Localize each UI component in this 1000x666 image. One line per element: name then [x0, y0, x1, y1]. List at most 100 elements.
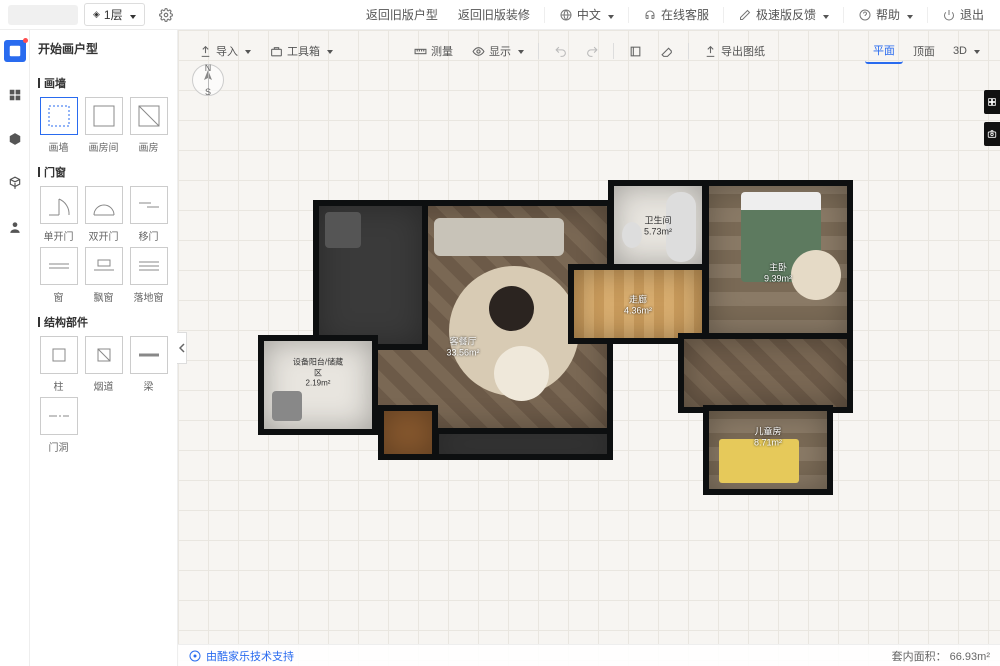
export-drawing-button[interactable]: 导出图纸: [695, 39, 773, 63]
chevron-down-icon: [904, 8, 913, 22]
floor-selector[interactable]: ◈ 1层: [84, 3, 145, 26]
room-label: 客餐厅33.56m²: [446, 335, 479, 358]
undo-icon: [553, 44, 567, 58]
tool-column[interactable]: 柱: [38, 336, 79, 393]
furniture-washer: [272, 391, 302, 421]
tool-draw-wall[interactable]: 画墙: [38, 97, 79, 154]
compass-north: N: [205, 63, 212, 73]
furniture-toilet: [622, 222, 642, 248]
canvas-area[interactable]: 导入 工具箱 测量 显示: [178, 30, 1000, 666]
undo-button[interactable]: [545, 40, 575, 62]
room-corridor: [678, 333, 853, 413]
floor-indicator-icon: ◈: [93, 9, 100, 20]
status-bar: 由酷家乐技术支持 套内面积： 66.93m²: [178, 644, 1000, 666]
floor-plan[interactable]: 客餐厅33.56m² 设备阳台/储藏区2.19m² 卫生间5.73m²: [258, 180, 848, 490]
canvas-toolbar: 导入 工具箱 测量 显示: [178, 38, 1000, 64]
view-ceiling-tab[interactable]: 顶面: [905, 39, 943, 63]
room-entry: [378, 405, 438, 460]
tool-slide-door[interactable]: 移门: [128, 186, 169, 243]
tool-beam[interactable]: 梁: [128, 336, 169, 393]
headset-icon: [643, 8, 657, 22]
import-button[interactable]: 导入: [190, 39, 259, 63]
powered-by-text: 由酷家乐技术支持: [206, 648, 294, 664]
globe-icon: [559, 8, 573, 22]
language-dropdown[interactable]: 中文: [551, 4, 622, 25]
rail-tab-wode[interactable]: [4, 216, 26, 238]
section-struct-title: 结构部件: [38, 314, 169, 330]
tool-bay-window[interactable]: 飘窗: [83, 247, 124, 304]
rail-tab-huxing[interactable]: [4, 40, 26, 62]
return-old-zhuangxiu-link[interactable]: 返回旧版装修: [450, 4, 538, 25]
furniture-rug: [791, 250, 841, 300]
measure-button[interactable]: 测量: [405, 39, 461, 63]
chevron-down-icon: [605, 8, 614, 22]
tool-draw-room[interactable]: 画房间: [83, 97, 124, 154]
eraser-icon: [660, 44, 674, 58]
separator: [544, 7, 545, 23]
tool-single-door[interactable]: 单开门: [38, 186, 79, 243]
redo-icon: [585, 44, 599, 58]
separator: [628, 7, 629, 23]
room-balcony: 设备阳台/储藏区2.19m²: [258, 335, 378, 435]
chevron-down-icon: [127, 8, 136, 22]
top-header: ◈ 1层 返回旧版户型 返回旧版装修 中文 在线客服 极速版反馈: [0, 0, 1000, 30]
tool-draw-house[interactable]: 画房: [128, 97, 169, 154]
help-icon: [858, 8, 872, 22]
room-label: 走廊4.36m²: [624, 293, 652, 316]
sidebar-panel: 开始画户型 画墙 画墙 画房间 画房 门窗 单开门 双开门 移门 窗 飘窗 落地…: [30, 30, 178, 666]
info-icon: [188, 649, 202, 663]
separator: [538, 43, 539, 59]
rail-tab-sucai[interactable]: [4, 84, 26, 106]
clear-annotations-button[interactable]: [620, 40, 650, 62]
furniture-fridge: [325, 212, 361, 248]
compass-widget[interactable]: N S: [192, 64, 224, 96]
tool-doorway[interactable]: 门洞: [38, 397, 79, 454]
view-3d-tab[interactable]: 3D: [945, 41, 988, 61]
exit-button[interactable]: 退出: [934, 4, 992, 25]
separator: [723, 7, 724, 23]
upload-icon: [198, 44, 212, 58]
separator: [613, 43, 614, 59]
separator: [843, 7, 844, 23]
furniture-dining-table: [494, 346, 549, 401]
room-kid: 儿童房8.71m²: [703, 405, 833, 495]
display-button[interactable]: 显示: [463, 39, 532, 63]
view-plan-tab[interactable]: 平面: [865, 38, 903, 64]
room-label: 儿童房8.71m²: [754, 424, 782, 447]
chevron-down-icon: [515, 45, 524, 57]
return-old-huxing-link[interactable]: 返回旧版户型: [358, 4, 446, 25]
floor-label: 1层: [104, 6, 123, 23]
separator: [927, 7, 928, 23]
room-storage: [433, 428, 613, 460]
tool-double-door[interactable]: 双开门: [83, 186, 124, 243]
room-label: 设备阳台/储藏区2.19m²: [291, 356, 345, 387]
tool-window[interactable]: 窗: [38, 247, 79, 304]
express-feedback-link[interactable]: 极速版反馈: [730, 4, 837, 25]
gear-icon: [159, 8, 173, 22]
rail-tab-dingzhi[interactable]: [4, 128, 26, 150]
dock-layers-button[interactable]: [984, 90, 1000, 114]
chevron-down-icon: [324, 45, 333, 57]
tool-french-window[interactable]: 落地窗: [128, 247, 169, 304]
eraser-button[interactable]: [652, 40, 682, 62]
toolbox-icon: [269, 44, 283, 58]
eye-icon: [471, 44, 485, 58]
tool-flue[interactable]: 烟道: [83, 336, 124, 393]
online-service-link[interactable]: 在线客服: [635, 4, 717, 25]
rail-tab-moxing[interactable]: [4, 172, 26, 194]
chevron-down-icon: [820, 8, 829, 22]
separator: [688, 43, 689, 59]
power-icon: [942, 8, 956, 22]
sidebar-collapse-handle[interactable]: [177, 332, 187, 364]
redo-button[interactable]: [577, 40, 607, 62]
toolbox-button[interactable]: 工具箱: [261, 39, 341, 63]
notification-dot-icon: [23, 38, 28, 43]
compass-south: S: [205, 87, 211, 97]
help-dropdown[interactable]: 帮助: [850, 4, 921, 25]
section-wall-title: 画墙: [38, 75, 169, 91]
floor-settings-button[interactable]: [151, 6, 181, 24]
furniture-coffee-table: [489, 286, 534, 331]
left-rail: [0, 30, 30, 666]
right-dock: [984, 90, 1000, 146]
dock-snapshot-button[interactable]: [984, 122, 1000, 146]
